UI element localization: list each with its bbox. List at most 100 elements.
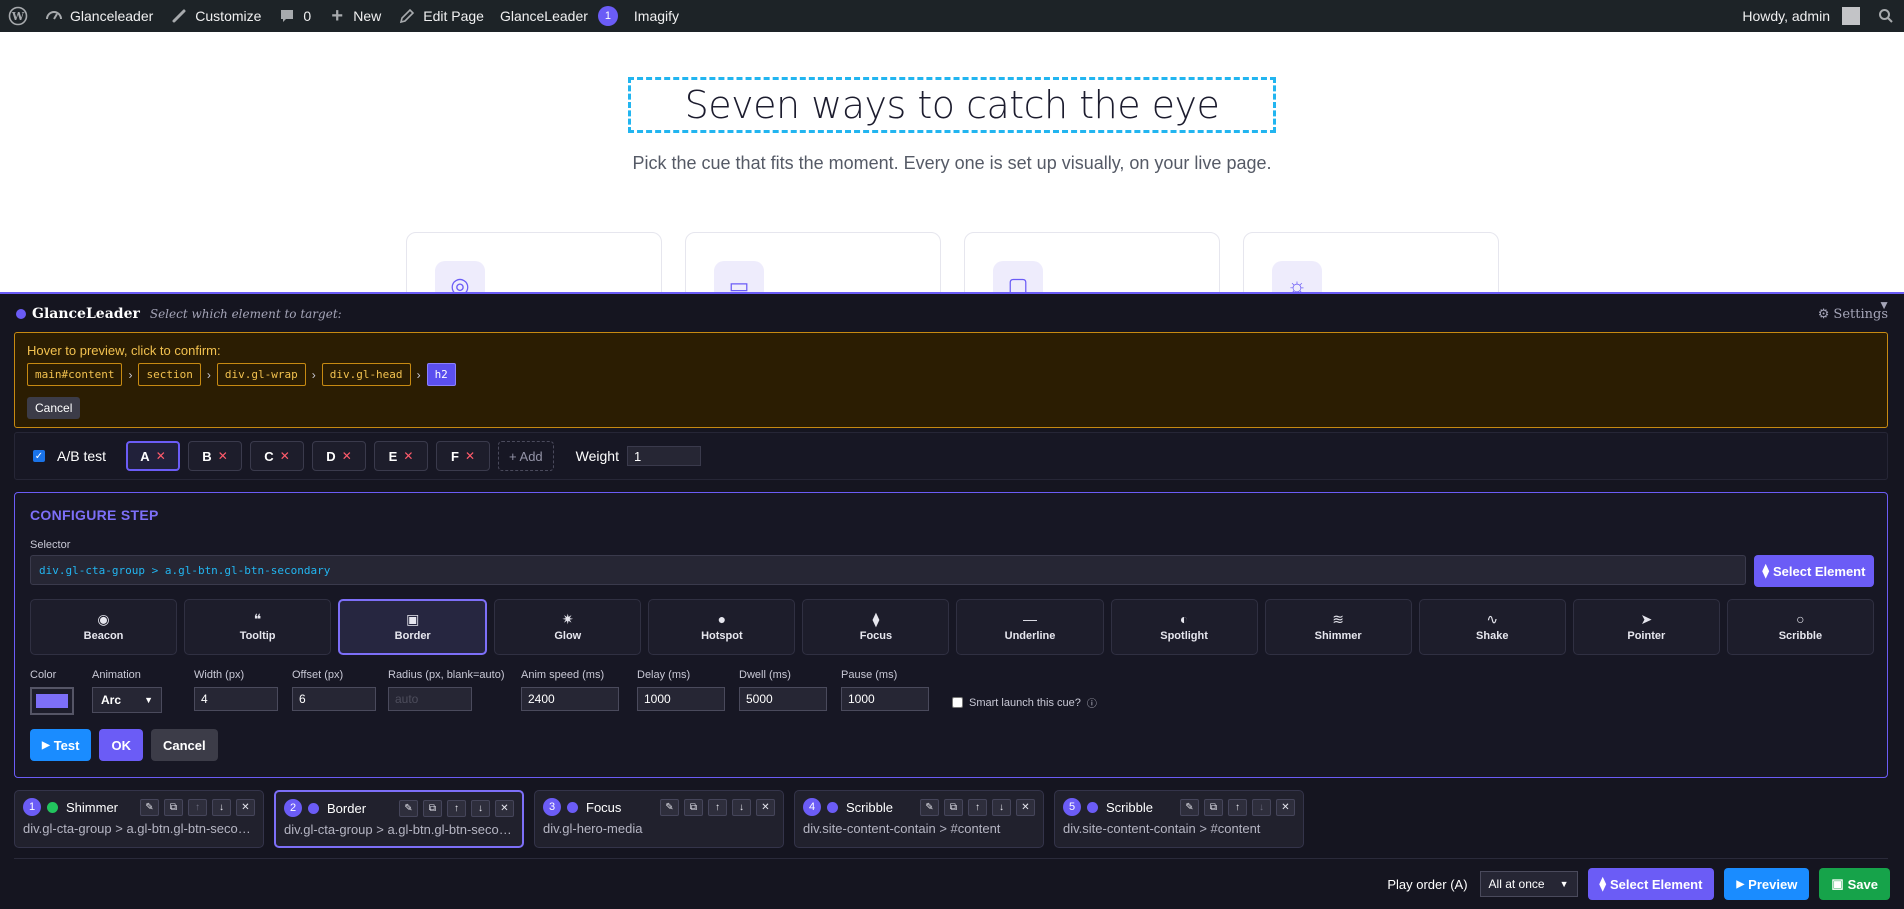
ok-button[interactable]: OK [99,729,143,761]
color-picker[interactable] [30,687,74,715]
cue-option-shimmer[interactable]: ≋ Shimmer [1264,599,1412,655]
variant-tab-f[interactable]: F ✕ [436,441,491,471]
arrow-down-icon[interactable]: ↓ [732,798,751,816]
variant-tab-d[interactable]: D ✕ [312,441,367,471]
arrow-up-icon[interactable]: ↑ [188,798,207,816]
close-icon[interactable]: ✕ [756,798,775,816]
site-name-menu[interactable]: Glanceleader [36,0,161,32]
dwell-input[interactable]: 5000 [739,687,827,711]
remove-variant-icon[interactable]: ✕ [342,449,352,463]
collapse-panel-button[interactable]: ▼ [1878,298,1890,312]
arrow-down-icon[interactable]: ↓ [212,798,231,816]
ab-test-checkbox[interactable]: ✓ [33,450,45,462]
arrow-down-icon[interactable]: ↓ [992,798,1011,816]
cue-option-border[interactable]: ▣ Border [338,599,488,655]
smart-launch-checkbox[interactable] [952,697,963,708]
variant-tab-e[interactable]: E ✕ [374,441,429,471]
duplicate-icon[interactable]: ⧉ [944,798,963,816]
pause-input[interactable]: 1000 [841,687,929,711]
radius-input[interactable]: auto [388,687,472,711]
duplicate-icon[interactable]: ⧉ [423,799,442,817]
weight-input[interactable] [626,446,701,466]
delay-input[interactable]: 1000 [637,687,725,711]
cue-option-glow[interactable]: ✷ Glow [494,599,642,655]
close-icon[interactable]: ✕ [1276,798,1295,816]
save-button[interactable]: ▣ Save [1819,868,1890,900]
comments-link[interactable]: 0 [269,0,319,32]
crumb-gl-head[interactable]: div.gl-head [321,363,411,386]
cue-label: Beacon [83,630,124,642]
cue-option-hotspot[interactable]: ● Hotspot [648,599,796,655]
crumb-main-content[interactable]: main#content [27,363,123,386]
step-card[interactable]: 4 Scribble ✎ ⧉ ↑ ↓ ✕ div.site-content-contain >… [794,790,1044,848]
cue-option-spotlight[interactable]: ◐ Spotlight [1110,599,1258,655]
picker-cancel-button[interactable]: Cancel [27,397,81,419]
footer-select-element-button[interactable]: ⧫ Select Element [1587,868,1715,900]
duplicate-icon[interactable]: ⧉ [164,798,183,816]
customize-link[interactable]: Customize [161,0,269,32]
account-menu[interactable]: Howdy, admin [1734,0,1868,32]
close-icon[interactable]: ✕ [495,799,514,817]
hotspot-icon: ● [717,611,727,627]
step-card[interactable]: 2 Border ✎ ⧉ ↑ ↓ ✕ div.gl-cta-group > a.gl-btn.… [274,790,524,848]
pencil-icon[interactable]: ✎ [399,799,418,817]
pencil-icon[interactable]: ✎ [140,798,159,816]
variant-tab-a[interactable]: A ✕ [126,441,181,471]
selector-input[interactable]: div.gl-cta-group > a.gl-btn.gl-btn-secon… [30,555,1746,585]
add-variant-button[interactable]: + Add [498,441,554,471]
crumb-gl-wrap[interactable]: div.gl-wrap [216,363,306,386]
duplicate-icon[interactable]: ⧉ [1204,798,1223,816]
test-button[interactable]: ▶ Test [30,729,92,761]
cancel-button[interactable]: Cancel [150,729,218,761]
arrow-up-icon[interactable]: ↑ [708,798,727,816]
cue-option-pointer[interactable]: ➤ Pointer [1572,599,1720,655]
remove-variant-icon[interactable]: ✕ [280,449,290,463]
arrow-down-icon[interactable]: ↓ [471,799,490,817]
anim-speed-input[interactable]: 2400 [521,687,619,711]
step-card[interactable]: 3 Focus ✎ ⧉ ↑ ↓ ✕ div.gl-hero-media [534,790,784,848]
cue-option-beacon[interactable]: ◉ Beacon [30,599,178,655]
pencil-icon[interactable]: ✎ [920,798,939,816]
duplicate-icon[interactable]: ⧉ [684,798,703,816]
arrow-up-icon[interactable]: ↑ [1228,798,1247,816]
select-element-button[interactable]: ⧫ Select Element [1754,555,1874,587]
step-card[interactable]: 5 Scribble ✎ ⧉ ↑ ↓ ✕ div.site-content-contain >… [1054,790,1304,848]
wp-logo-menu[interactable]: W [0,0,36,32]
pencil-icon[interactable]: ✎ [1180,798,1199,816]
crumb-h2[interactable]: h2 [426,363,456,386]
preview-button[interactable]: ▶ Preview [1724,868,1810,900]
new-content-menu[interactable]: + New [319,0,389,32]
step-card[interactable]: 1 Shimmer ✎ ⧉ ↑ ↓ ✕ div.gl-cta-group > a.gl-btn… [14,790,264,848]
width-input[interactable]: 4 [194,687,278,711]
weight-label: Weight [575,448,619,464]
info-icon[interactable]: ⓘ [1087,695,1097,710]
remove-variant-icon[interactable]: ✕ [465,449,475,463]
play-order-select[interactable]: All at once ▼ [1479,871,1578,897]
offset-input[interactable]: 6 [292,687,376,711]
arrow-down-icon[interactable]: ↓ [1252,798,1271,816]
close-icon[interactable]: ✕ [1016,798,1035,816]
search-button[interactable] [1868,0,1904,32]
remove-variant-icon[interactable]: ✕ [403,449,413,463]
cue-option-shake[interactable]: ∿ Shake [1418,599,1566,655]
remove-variant-icon[interactable]: ✕ [156,449,166,463]
play-order-value: All at once [1488,877,1545,891]
close-icon[interactable]: ✕ [236,798,255,816]
edit-page-link[interactable]: Edit Page [389,0,492,32]
highlighted-heading[interactable]: Seven ways to catch the eye [628,77,1276,133]
cue-option-scribble[interactable]: ○ Scribble [1726,599,1874,655]
crumb-section[interactable]: section [138,363,201,386]
cue-option-tooltip[interactable]: ❝ Tooltip [184,599,332,655]
pencil-icon[interactable]: ✎ [660,798,679,816]
cue-option-underline[interactable]: — Underline [956,599,1104,655]
animation-select[interactable]: Arc ▼ [92,687,162,713]
cue-option-focus[interactable]: ⧫ Focus [802,599,950,655]
play-icon: ▶ [42,739,50,751]
variant-tab-c[interactable]: C ✕ [250,441,305,471]
plugin-menu[interactable]: GlanceLeader 1 [492,0,626,32]
remove-variant-icon[interactable]: ✕ [218,449,228,463]
variant-tab-b[interactable]: B ✕ [188,441,243,471]
arrow-up-icon[interactable]: ↑ [968,798,987,816]
arrow-up-icon[interactable]: ↑ [447,799,466,817]
imagify-menu[interactable]: Imagify [626,0,687,32]
